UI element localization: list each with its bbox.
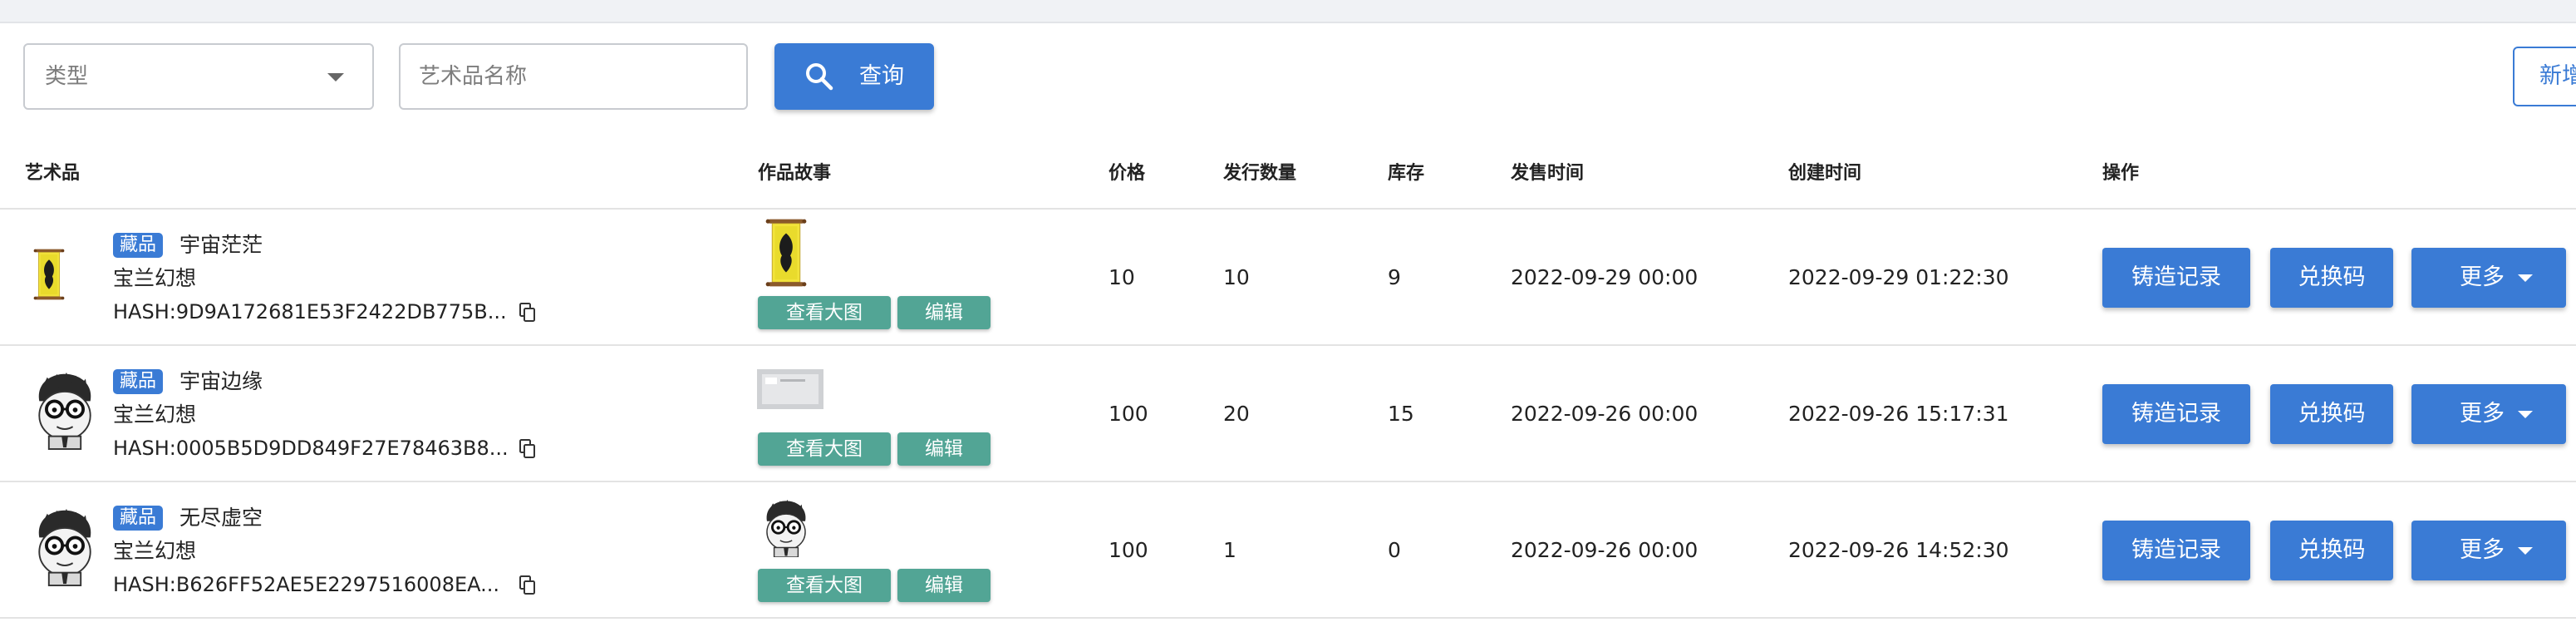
issue-qty-cell: 10 <box>1223 265 1250 289</box>
mint-record-button[interactable]: 铸造记录 <box>2102 248 2250 308</box>
more-button-label: 更多 <box>2460 537 2505 563</box>
artwork-name: 无尽虚空 <box>179 506 263 530</box>
price-cell: 10 <box>1109 265 1135 289</box>
artwork-series: 宝兰幻想 <box>113 402 197 427</box>
table-row: 藏品 无尽虚空 宝兰幻想 HASH:B626FF52AE5E2297516008… <box>0 482 2576 619</box>
more-button-label: 更多 <box>2460 401 2505 427</box>
header-issue-qty: 发行数量 <box>1223 163 1297 184</box>
chevron-down-icon <box>2518 274 2533 282</box>
view-large-image-button[interactable]: 查看大图 <box>758 296 891 329</box>
chevron-down-icon <box>2518 411 2533 418</box>
chevron-down-icon <box>2518 547 2533 555</box>
copy-icon[interactable] <box>519 303 536 323</box>
redeem-code-button[interactable]: 兑换码 <box>2270 248 2393 308</box>
artwork-hash: HASH:0005B5D9DD849F27E78463B8... <box>113 437 509 460</box>
more-button[interactable]: 更多 <box>2411 521 2566 580</box>
sale-time-cell: 2022-09-29 00:00 <box>1511 265 1698 289</box>
search-button-label: 查询 <box>859 63 904 89</box>
more-button[interactable]: 更多 <box>2411 248 2566 308</box>
edit-story-button[interactable]: 编辑 <box>897 432 991 466</box>
mint-record-button[interactable]: 铸造记录 <box>2102 384 2250 444</box>
stock-cell: 9 <box>1388 265 1401 289</box>
header-stock: 库存 <box>1388 163 1425 184</box>
edit-story-button[interactable]: 编辑 <box>897 296 991 329</box>
cartoon-avatar-icon <box>25 368 105 451</box>
cartoon-avatar-icon <box>756 497 816 557</box>
top-bar <box>0 0 2576 23</box>
artwork-name-input[interactable] <box>399 43 748 110</box>
issue-qty-cell: 1 <box>1223 538 1236 562</box>
copy-icon[interactable] <box>519 575 536 595</box>
stock-cell: 15 <box>1388 402 1414 426</box>
header-price: 价格 <box>1109 163 1146 184</box>
add-button[interactable]: 新增 <box>2513 47 2576 106</box>
artwork-hash: HASH:9D9A172681E53F2422DB775B... <box>113 300 507 323</box>
scroll-painting-icon <box>756 218 816 288</box>
copy-icon[interactable] <box>519 439 536 459</box>
table-row: 藏品 宇宙茫茫 宝兰幻想 HASH:9D9A172681E53F2422DB77… <box>0 210 2576 346</box>
create-time-cell: 2022-09-26 15:17:31 <box>1788 402 2009 426</box>
scroll-painting-icon <box>33 231 65 318</box>
artwork-series: 宝兰幻想 <box>113 539 197 563</box>
issue-qty-cell: 20 <box>1223 402 1250 426</box>
sale-time-cell: 2022-09-26 00:00 <box>1511 538 1698 562</box>
collection-tag: 藏品 <box>113 506 164 531</box>
header-create-time: 创建时间 <box>1788 163 1862 184</box>
artwork-series: 宝兰幻想 <box>113 266 197 290</box>
cartoon-avatar-icon <box>25 504 105 587</box>
artwork-hash: HASH:B626FF52AE5E2297516008EA... <box>113 573 500 596</box>
table-row: 藏品 宇宙边缘 宝兰幻想 HASH:0005B5D9DD849F27E78463… <box>0 346 2576 482</box>
create-time-cell: 2022-09-26 14:52:30 <box>1788 538 2009 562</box>
header-sale-time: 发售时间 <box>1511 163 1585 184</box>
price-cell: 100 <box>1109 402 1148 426</box>
redeem-code-button[interactable]: 兑换码 <box>2270 384 2393 444</box>
edit-story-button[interactable]: 编辑 <box>897 569 991 602</box>
view-large-image-button[interactable]: 查看大图 <box>758 432 891 466</box>
sale-time-cell: 2022-09-26 00:00 <box>1511 402 1698 426</box>
search-button[interactable]: 查询 <box>774 43 934 110</box>
search-icon <box>806 63 833 91</box>
collection-tag: 藏品 <box>113 233 164 258</box>
view-large-image-button[interactable]: 查看大图 <box>758 569 891 602</box>
document-screenshot-icon <box>756 369 824 409</box>
header-artwork: 艺术品 <box>25 163 81 184</box>
header-actions: 操作 <box>2102 163 2140 184</box>
row-divider <box>0 617 2576 619</box>
type-select-placeholder: 类型 <box>45 64 89 89</box>
mint-record-button[interactable]: 铸造记录 <box>2102 521 2250 580</box>
header-story: 作品故事 <box>758 163 832 184</box>
artwork-name: 宇宙茫茫 <box>179 233 263 257</box>
redeem-code-button[interactable]: 兑换码 <box>2270 521 2393 580</box>
create-time-cell: 2022-09-29 01:22:30 <box>1788 265 2009 289</box>
artwork-name: 宇宙边缘 <box>179 369 263 393</box>
more-button-label: 更多 <box>2460 264 2505 290</box>
stock-cell: 0 <box>1388 538 1401 562</box>
chevron-down-icon <box>327 73 344 81</box>
more-button[interactable]: 更多 <box>2411 384 2566 444</box>
type-select[interactable]: 类型 <box>23 43 374 110</box>
price-cell: 100 <box>1109 538 1148 562</box>
collection-tag: 藏品 <box>113 369 164 394</box>
